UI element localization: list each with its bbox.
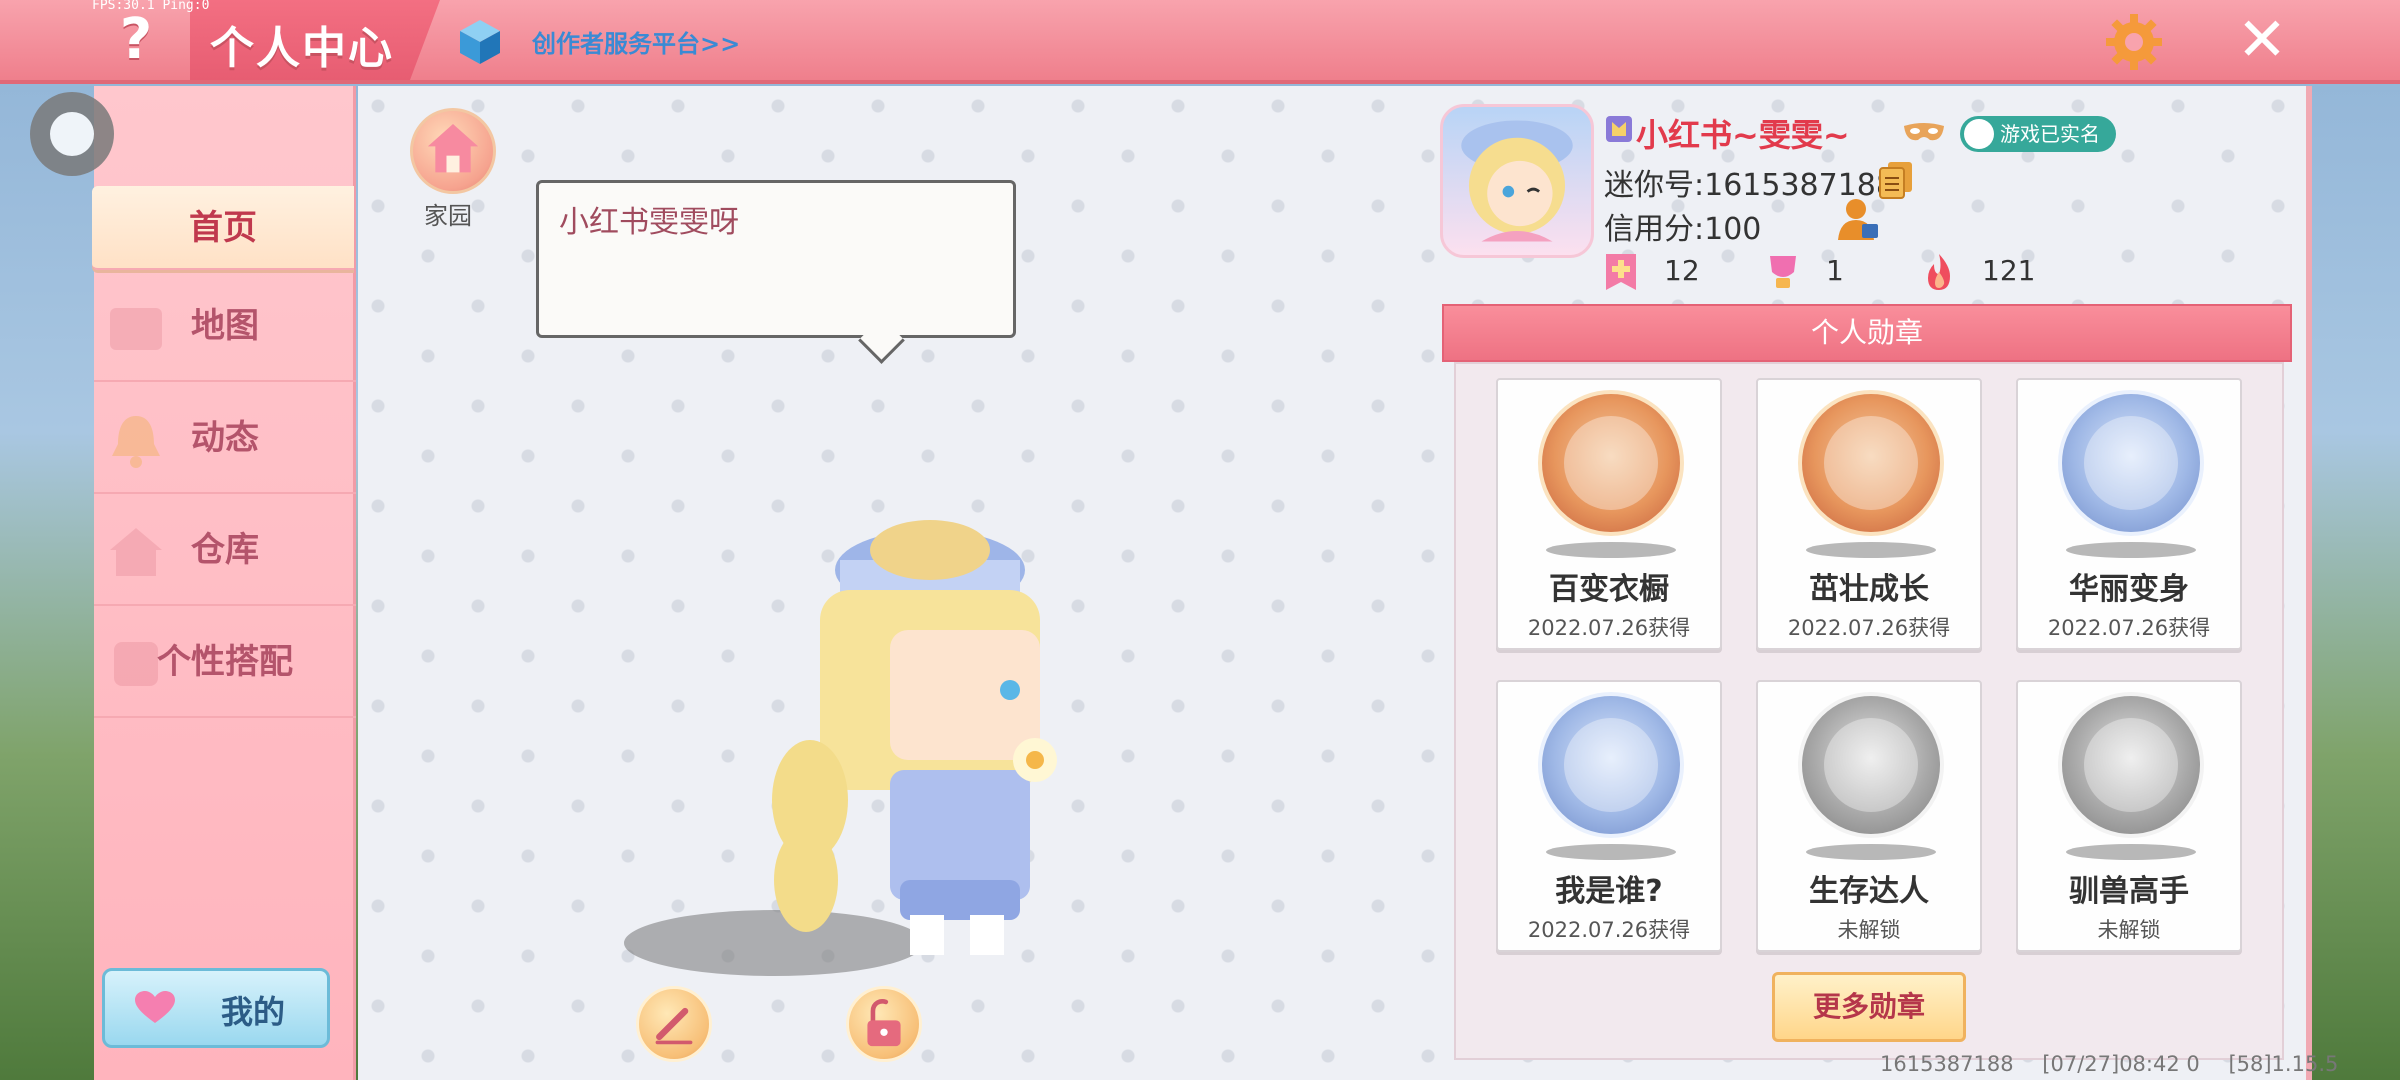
mask-icon[interactable] (1902, 120, 1946, 146)
medal-name: 驯兽高手 (2069, 874, 2189, 909)
sidebar-item-label: 个性搭配 (157, 642, 293, 682)
medal-name: 生存达人 (1809, 874, 1929, 909)
creator-platform-link[interactable]: 创作者服务平台>> (532, 24, 740, 59)
heart-icon (135, 991, 175, 1023)
username: 小红书~雯雯~ (1636, 116, 1850, 154)
record-button[interactable] (30, 92, 114, 176)
realname-label: 游戏已实名 (2000, 122, 2100, 146)
medal-shadow (1546, 542, 1676, 558)
medal-name: 百变衣橱 (1549, 572, 1669, 607)
footer-time: [07/27]08:42 0 (2042, 1052, 2200, 1076)
footer-info: 1615387188 [07/27]08:42 0 [58]1.15.5 (1880, 1052, 2360, 1076)
stat-value: 121 (1982, 254, 2036, 287)
wardrobe-medal-icon (1538, 390, 1684, 536)
home-icon (427, 124, 479, 173)
tamer-medal-icon (2058, 692, 2204, 838)
medal-name: 茁壮成长 (1809, 572, 1929, 607)
sidebar-item-label: 动态 (191, 418, 259, 458)
footer-uid: 1615387188 (1880, 1052, 2014, 1076)
medal-date: 2022.07.26获得 (1787, 616, 1951, 640)
speech-text: 小红书雯雯呀 (559, 205, 739, 240)
top-bar: ? 个人中心 创作者服务平台>> ✕ (0, 0, 2400, 84)
avatar-portrait (1461, 120, 1573, 242)
right-frame (2306, 86, 2312, 1080)
sidebar-item-feed[interactable]: 动态 (94, 382, 356, 494)
medal-date: 未解锁 (2097, 918, 2161, 942)
person-icon[interactable] (1836, 196, 1880, 242)
medal-shadow (1806, 844, 1936, 860)
name-badge-icon (1606, 116, 1632, 142)
map-icon (110, 308, 162, 350)
home-label: 家园 (424, 202, 472, 230)
lock-open-icon (867, 999, 901, 1047)
medal-card[interactable]: 华丽变身 2022.07.26获得 (2016, 378, 2242, 650)
medal-date: 2022.07.26获得 (1527, 918, 1691, 942)
user-check-icon (1964, 119, 1994, 149)
medal-date: 未解锁 (1837, 918, 1901, 942)
medal-shadow (2066, 844, 2196, 860)
sidebar-item-label: 仓库 (191, 530, 259, 570)
growth-medal-icon (1798, 390, 1944, 536)
help-button[interactable]: ? (108, 10, 164, 70)
medal-date: 2022.07.26获得 (1527, 616, 1691, 640)
gear-icon[interactable] (2104, 12, 2164, 72)
more-medals-button[interactable]: 更多勋章 (1772, 972, 1966, 1042)
cube-icon[interactable] (456, 18, 504, 66)
sidebar-item-outfit[interactable]: 个性搭配 (94, 606, 356, 718)
speech-bubble[interactable]: 小红书雯雯呀 (536, 180, 1016, 338)
stat-value: 12 (1664, 254, 1700, 287)
unlock-button[interactable] (846, 986, 922, 1062)
me-button-label: 我的 (221, 993, 286, 1031)
medal-card[interactable]: 我是谁? 2022.07.26获得 (1496, 680, 1722, 952)
profile-avatar[interactable] (1440, 104, 1594, 258)
copy-icon[interactable] (1878, 160, 1914, 200)
page-title: 个人中心 (210, 23, 394, 74)
medal-date: 2022.07.26获得 (2047, 616, 2211, 640)
trophy-icon (1770, 256, 1796, 288)
medal-plus-icon (1606, 254, 1636, 290)
house-icon (110, 528, 162, 576)
sidebar-item-home[interactable]: 首页 (92, 186, 354, 270)
sidebar-item-warehouse[interactable]: 仓库 (94, 494, 356, 606)
medal-name: 我是谁? (1555, 874, 1663, 909)
medal-shadow (1806, 542, 1936, 558)
sidebar-item-map[interactable]: 地图 (94, 270, 356, 382)
sidebar: 首页 地图 动态 仓库 个性搭配 我的 (92, 86, 356, 1080)
stat-value: 1 (1826, 254, 1844, 287)
medal-card[interactable]: 百变衣橱 2022.07.26获得 (1496, 378, 1722, 650)
whoami-medal-icon (1538, 692, 1684, 838)
medal-shadow (2066, 542, 2196, 558)
pencil-icon (655, 1007, 693, 1045)
medal-shadow (1546, 844, 1676, 860)
credit-score: 信用分:100 (1604, 212, 1762, 247)
medal-panel-header: 个人勋章 (1442, 304, 2292, 362)
realname-badge: 游戏已实名 (1960, 116, 2116, 152)
home-button[interactable] (410, 108, 496, 194)
sidebar-item-label: 地图 (191, 306, 259, 346)
medal-card[interactable]: 茁壮成长 2022.07.26获得 (1756, 378, 1982, 650)
footer-version: [58]1.15.5 (2228, 1052, 2339, 1076)
sidebar-item-label: 首页 (189, 208, 257, 248)
fps-readout: FPS:30.1 Ping:0 (92, 0, 210, 13)
medal-name: 华丽变身 (2069, 572, 2189, 607)
medal-card[interactable]: 驯兽高手 未解锁 (2016, 680, 2242, 952)
close-button[interactable]: ✕ (2232, 10, 2292, 70)
edit-button[interactable] (636, 986, 712, 1062)
survival-medal-icon (1798, 692, 1944, 838)
medal-card[interactable]: 生存达人 未解锁 (1756, 680, 1982, 952)
character-avatar[interactable] (770, 500, 1090, 960)
outfit-icon (114, 642, 158, 686)
me-button[interactable]: 我的 (102, 968, 330, 1048)
fire-icon (1928, 254, 1950, 290)
transform-medal-icon (2058, 390, 2204, 536)
bell-icon (112, 416, 160, 468)
